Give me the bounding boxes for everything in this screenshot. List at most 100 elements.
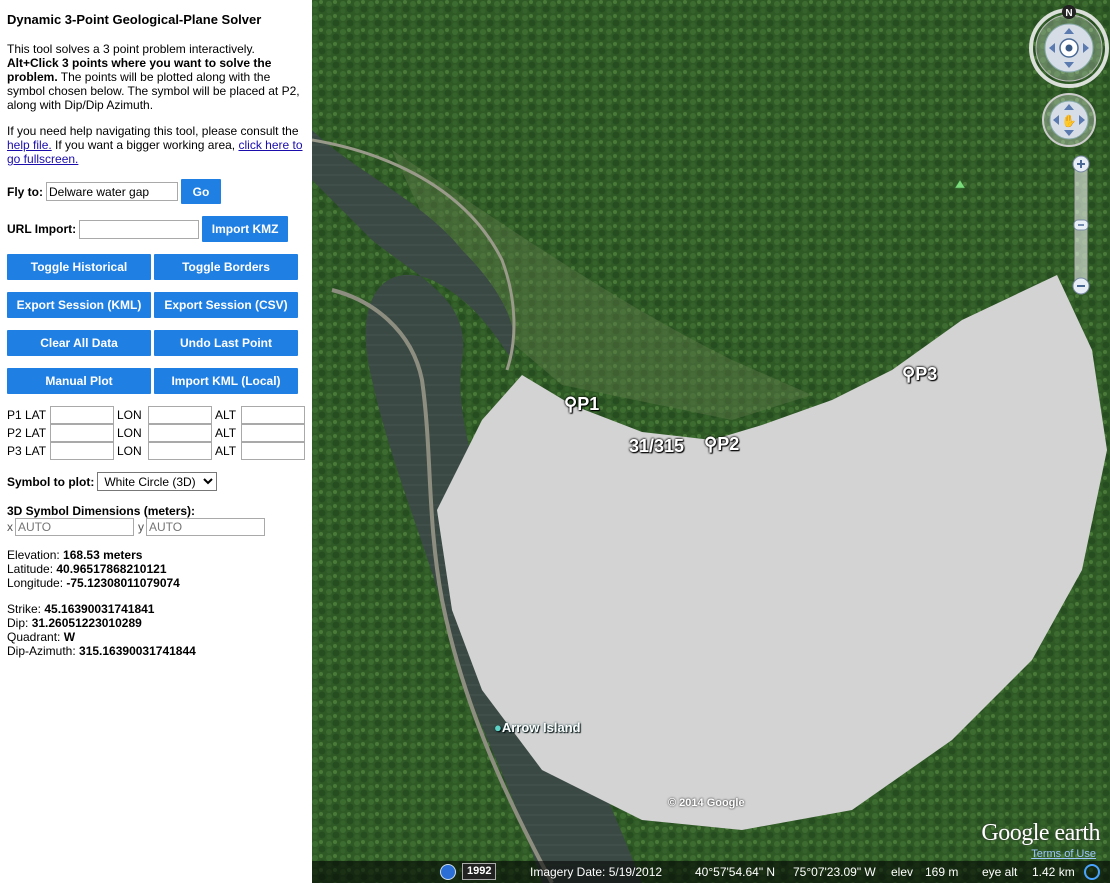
earth-map-view[interactable]: ⚲P1 ⚲P2 ⚲P3 31/315 ●Arrow Island © 2014 … xyxy=(312,0,1110,883)
p2-lat-input[interactable] xyxy=(50,424,114,442)
fly-to-label: Fly to: xyxy=(7,184,43,199)
terms-of-use-link[interactable]: Terms of Use xyxy=(1031,848,1096,860)
p1-lon-label: LON xyxy=(117,408,142,422)
go-button[interactable]: Go xyxy=(181,179,221,204)
p1-marker[interactable]: ⚲P1 xyxy=(564,394,599,415)
dim-y-label: y xyxy=(138,520,144,534)
p3-lon-input[interactable] xyxy=(148,442,212,460)
export-kml-button[interactable]: Export Session (KML) xyxy=(7,292,151,318)
p2-marker[interactable]: ⚲P2 xyxy=(704,434,739,455)
p1-lat-label: P1 LAT xyxy=(7,408,47,422)
place-marker-icon: ● xyxy=(494,720,502,735)
toggle-borders-button[interactable]: Toggle Borders xyxy=(154,254,298,280)
north-compass-icon[interactable]: N xyxy=(1062,5,1076,19)
p1-alt-label: ALT xyxy=(215,408,237,422)
export-csv-button[interactable]: Export Session (CSV) xyxy=(154,292,298,318)
longitude-line: Longitude: -75.12308011079074 xyxy=(7,576,180,590)
fly-to-row: Fly to: Go xyxy=(7,179,221,204)
intro-line-1: This tool solves a 3 point problem inter… xyxy=(7,42,255,56)
p2-alt-label: ALT xyxy=(215,426,237,440)
dim-y-input[interactable] xyxy=(146,518,265,536)
latitude-readout: 40°57'54.64" N xyxy=(695,865,776,879)
location-info: Elevation: 168.53 meters Latitude: 40.96… xyxy=(7,548,180,590)
dim-x-input[interactable] xyxy=(15,518,134,536)
dip-label: Dip: xyxy=(7,616,32,630)
eye-alt-label: eye alt xyxy=(982,865,1018,879)
p3-coord-row: P3 LAT LON ALT xyxy=(7,442,308,460)
p3-label: P3 xyxy=(915,364,938,384)
url-import-label: URL Import: xyxy=(7,222,77,236)
p1-coord-row: P1 LAT LON ALT xyxy=(7,406,308,424)
p1-alt-input[interactable] xyxy=(241,406,305,424)
help-line-1: If you need help navigating this tool, p… xyxy=(7,124,299,138)
fly-to-input[interactable] xyxy=(46,182,178,201)
dip-value: 31.26051223010289 xyxy=(31,616,142,630)
copyright-text: © 2014 Google xyxy=(668,797,745,809)
historical-imagery-icon[interactable] xyxy=(440,864,456,880)
pushpin-icon: ⚲ xyxy=(902,364,916,384)
google-earth-logo: Google earth xyxy=(981,820,1100,846)
toggle-historical-button[interactable]: Toggle Historical xyxy=(7,254,151,280)
elevation-value: 168.53 meters xyxy=(63,548,143,562)
place-label-text: Arrow Island xyxy=(501,720,581,735)
url-import-input[interactable] xyxy=(79,219,200,239)
longitude-readout: 75°07'23.09" W xyxy=(793,865,876,879)
p2-lon-input[interactable] xyxy=(148,424,212,442)
help-file-link[interactable]: help file. xyxy=(7,138,52,152)
navigation-controls: N ✋ xyxy=(1029,5,1109,295)
quadrant-value: W xyxy=(63,630,76,644)
page-title: Dynamic 3-Point Geological-Plane Solver xyxy=(7,12,262,27)
dims-title: 3D Symbol Dimensions (meters): xyxy=(7,504,196,518)
quadrant-line: Quadrant: W xyxy=(7,630,196,644)
dip-azimuth-value: 315.16390031741844 xyxy=(79,644,196,658)
control-panel: Dynamic 3-Point Geological-Plane Solver … xyxy=(0,0,312,883)
p3-lat-label: P3 LAT xyxy=(7,444,47,458)
url-import-row: URL Import: Import KMZ xyxy=(7,216,289,242)
p1-lat-input[interactable] xyxy=(50,406,114,424)
import-kml-local-button[interactable]: Import KML (Local) xyxy=(154,368,298,394)
undo-last-point-button[interactable]: Undo Last Point xyxy=(154,330,298,356)
latitude-line: Latitude: 40.96517868210121 xyxy=(7,562,180,576)
strike-label: Strike: xyxy=(7,602,45,616)
imagery-date: Imagery Date: 5/19/2012 xyxy=(530,865,663,879)
p1-lon-input[interactable] xyxy=(148,406,212,424)
p3-marker[interactable]: ⚲P3 xyxy=(902,364,937,385)
year-badge[interactable]: 1992 xyxy=(462,863,497,880)
dip-azimuth-line: Dip-Azimuth: 315.16390031741844 xyxy=(7,644,196,658)
look-joystick[interactable] xyxy=(1029,8,1109,88)
p2-coord-row: P2 LAT LON ALT xyxy=(7,424,308,442)
elevation-line: Elevation: 168.53 meters xyxy=(7,548,180,562)
p3-lon-label: LON xyxy=(117,444,142,458)
intro-text: This tool solves a 3 point problem inter… xyxy=(7,42,309,112)
elevation-label: Elevation: xyxy=(7,548,64,562)
zoom-slider[interactable] xyxy=(1072,155,1090,295)
longitude-value: -75.12308011079074 xyxy=(66,576,180,590)
clear-all-button[interactable]: Clear All Data xyxy=(7,330,151,356)
loading-status-icon xyxy=(1084,864,1100,880)
p3-lat-input[interactable] xyxy=(50,442,114,460)
compass-letter: N xyxy=(1065,8,1072,19)
dims-row: x y xyxy=(7,518,269,536)
p2-lon-label: LON xyxy=(117,426,142,440)
elev-label: elev xyxy=(891,865,914,879)
p2-alt-input[interactable] xyxy=(241,424,305,442)
import-kmz-button[interactable]: Import KMZ xyxy=(202,216,289,242)
p3-alt-input[interactable] xyxy=(241,442,305,460)
symbol-row: Symbol to plot: White Circle (3D) xyxy=(7,472,218,491)
move-joystick[interactable]: ✋ xyxy=(1042,93,1096,147)
longitude-label: Longitude: xyxy=(7,576,67,590)
dip-azimuth-label: Dip-Azimuth: xyxy=(7,644,80,658)
eye-alt-value: 1.42 km xyxy=(1032,865,1075,879)
pushpin-icon: ⚲ xyxy=(564,394,578,414)
manual-plot-button[interactable]: Manual Plot xyxy=(7,368,151,394)
strike-value: 45.16390031741841 xyxy=(44,602,155,616)
quadrant-label: Quadrant: xyxy=(7,630,64,644)
p1-label: P1 xyxy=(577,394,600,414)
dim-x-label: x xyxy=(7,520,13,534)
symbol-label: Symbol to plot: xyxy=(7,474,95,489)
symbol-select[interactable]: White Circle (3D) xyxy=(97,472,218,491)
help-line-2: If you want a bigger working area, xyxy=(51,138,239,152)
dip-line: Dip: 31.26051223010289 xyxy=(7,616,196,630)
dip-symbol-label: 31/315 xyxy=(629,436,685,456)
place-label-arrow-island[interactable]: ●Arrow Island xyxy=(494,720,581,735)
